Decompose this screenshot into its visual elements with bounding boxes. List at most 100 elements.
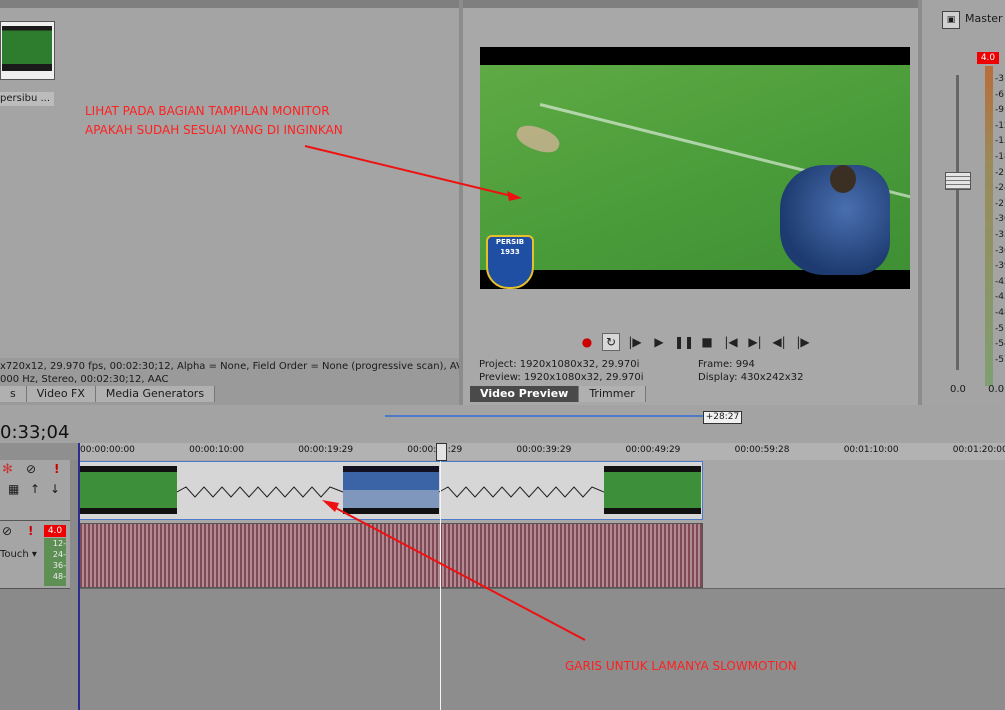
record-icon[interactable]: ● (578, 333, 596, 351)
play-from-start-icon[interactable]: |▶ (626, 333, 644, 351)
pause-icon[interactable]: ❚❚ (674, 333, 694, 351)
go-to-start-icon[interactable]: |◀ (722, 333, 740, 351)
ruler-tick-label: 00:00:39:29 (516, 445, 572, 455)
automation-mode[interactable]: Touch ▾ (0, 549, 37, 560)
preview-tabs: Video Preview Trimmer (470, 386, 646, 402)
compositing-icon[interactable]: ▦ (8, 482, 19, 496)
ruler-tick-label: 00:00:00:00 (80, 445, 135, 455)
timeline-start-line (78, 443, 80, 710)
loop-icon[interactable]: ↻ (602, 333, 620, 351)
audio-meter: 12- 24- 36- 48- (44, 538, 66, 586)
play-icon[interactable]: ▶ (650, 333, 668, 351)
master-bus-icon[interactable]: ▣ (942, 11, 960, 29)
mute-icon[interactable]: ⊘ (2, 524, 12, 538)
tab-video-fx[interactable]: Video FX (26, 386, 96, 402)
meter-scale-label: -48 (995, 307, 1005, 318)
meter-scale-label: -42 (995, 276, 1005, 287)
meter-scale-label: -3 (995, 74, 1004, 84)
clip-thumbnail (80, 466, 177, 514)
meter-scale-label: -51 (995, 323, 1005, 334)
ruler-tick-label: 00:00:59:28 (734, 445, 790, 455)
time-ruler[interactable]: 00:00:00:00 00:00:10:00 00:00:19:29 00:00:2… (79, 443, 1005, 461)
preview-value: 1920x1080x32, 29.970i (523, 372, 644, 383)
ruler-tick-label: 00:00:29:29 (407, 445, 463, 455)
child-icon[interactable]: ↓ (50, 482, 60, 496)
media-panel (0, 0, 459, 405)
ball (513, 121, 563, 157)
meter-scale-label: -15 (995, 136, 1005, 147)
tab-video-preview[interactable]: Video Preview (470, 386, 580, 402)
video-monitor: PERSIB 1933 (480, 47, 910, 289)
monitor-note: LIHAT PADA BAGIAN TAMPILAN MONITOR APAKA… (85, 104, 343, 137)
mixer-footer: 0.0 0.0 (950, 384, 1005, 395)
media-info-line: 000 Hz, Stereo, 00:02:30;12, AAC (0, 374, 169, 385)
master-peak-badge: 4.0 (977, 52, 999, 64)
timeline-header (0, 405, 1005, 443)
solo-icon[interactable]: ! (54, 462, 59, 476)
navigation-offset: +28:27 (703, 411, 742, 424)
audio-clip[interactable] (79, 523, 703, 588)
audio-meter-label: 36- (52, 561, 66, 570)
preview-info: Project: 1920x1080x32, 29.970i Preview: … (479, 358, 644, 384)
frame-value: 994 (735, 359, 755, 370)
next-frame-icon[interactable]: |▶ (794, 333, 812, 351)
video-clip[interactable] (79, 461, 703, 520)
go-to-end-icon[interactable]: ▶| (746, 333, 764, 351)
slowmotion-velocity-line (177, 486, 604, 498)
master-label: Master (965, 12, 1003, 25)
media-info-line: x720x12, 29.970 fps, 00:02:30;12, Alpha … (0, 361, 459, 372)
navigation-bar[interactable] (385, 415, 703, 417)
media-thumbnail-label[interactable]: persibu ... (0, 92, 54, 106)
preview-label: Preview: (479, 372, 521, 383)
meter-scale-label: -6 (995, 89, 1004, 100)
persib-logo: PERSIB 1933 (486, 235, 534, 289)
playhead-cursor[interactable] (440, 443, 441, 710)
clip-thumbnail (604, 466, 701, 514)
audio-level-badge: 4.0 (44, 525, 66, 537)
tab-partial[interactable]: s (0, 386, 27, 402)
previous-frame-icon[interactable]: ◀| (770, 333, 788, 351)
playhead-handle[interactable] (436, 443, 447, 461)
tab-trimmer[interactable]: Trimmer (579, 386, 646, 402)
ruler-tick-label: 00:00:49:29 (625, 445, 681, 455)
meter-scale-label: -54 (995, 339, 1005, 350)
project-label: Project: (479, 359, 517, 370)
transport-controls: ● ↻ |▶ ▶ ❚❚ ■ |◀ ▶| ◀| |▶ (578, 333, 812, 351)
meter-scale: -3 -6 -9 -12 -15 -18 -21 -24 -27 -30 -33 -36 -39 -42 -… (995, 72, 1005, 368)
master-fader[interactable] (945, 172, 971, 190)
meter-scale-label: -33 (995, 229, 1005, 240)
media-thumbnail[interactable] (0, 21, 55, 80)
meter-scale-label: -30 (995, 214, 1005, 225)
master-fader-track (956, 75, 959, 370)
mute-icon[interactable]: ⊘ (26, 462, 36, 476)
audio-meter-label: 12- (52, 539, 66, 548)
preview-toolbar (463, 0, 918, 8)
slowmotion-note: GARIS UNTUK LAMANYA SLOWMOTION (565, 659, 797, 673)
video-track-header: ✻ ⊘ ! ▦ ↑ ↓ (0, 460, 70, 521)
meter-scale-label: -45 (995, 292, 1005, 303)
media-tabs: s Video FX Media Generators (0, 386, 216, 402)
project-value: 1920x1080x32, 29.970i (519, 359, 640, 370)
audio-meter-label: 48- (52, 572, 66, 581)
frame-label: Frame: (698, 359, 733, 370)
stop-icon[interactable]: ■ (698, 333, 716, 351)
tab-media-generators[interactable]: Media Generators (95, 386, 216, 402)
ruler-tick-label: 00:00:19:29 (298, 445, 354, 455)
ruler-tick-label: 00:01:20:00 (952, 445, 1005, 455)
ruler-tick-label: 00:00:10:00 (189, 445, 244, 455)
timeline-empty-area (79, 589, 1005, 710)
meter-scale-label: -9 (995, 105, 1004, 116)
media-properties: x720x12, 29.970 fps, 00:02:30;12, Alpha … (0, 360, 459, 386)
meter-scale-label: -57 (995, 354, 1005, 365)
media-list (0, 8, 459, 358)
track-fx-icon[interactable]: ✻ (2, 462, 13, 477)
meter-scale-label: -39 (995, 261, 1005, 272)
video-frame: PERSIB 1933 (480, 65, 910, 289)
meter-scale-label: -27 (995, 198, 1005, 209)
display-label: Display: (698, 372, 738, 383)
ruler-tick-label: 00:01:10:00 (843, 445, 899, 455)
media-toolbar (0, 0, 459, 8)
solo-icon[interactable]: ! (28, 524, 33, 538)
display-value: 430x242x32 (740, 372, 804, 383)
parent-icon[interactable]: ↑ (30, 482, 40, 496)
